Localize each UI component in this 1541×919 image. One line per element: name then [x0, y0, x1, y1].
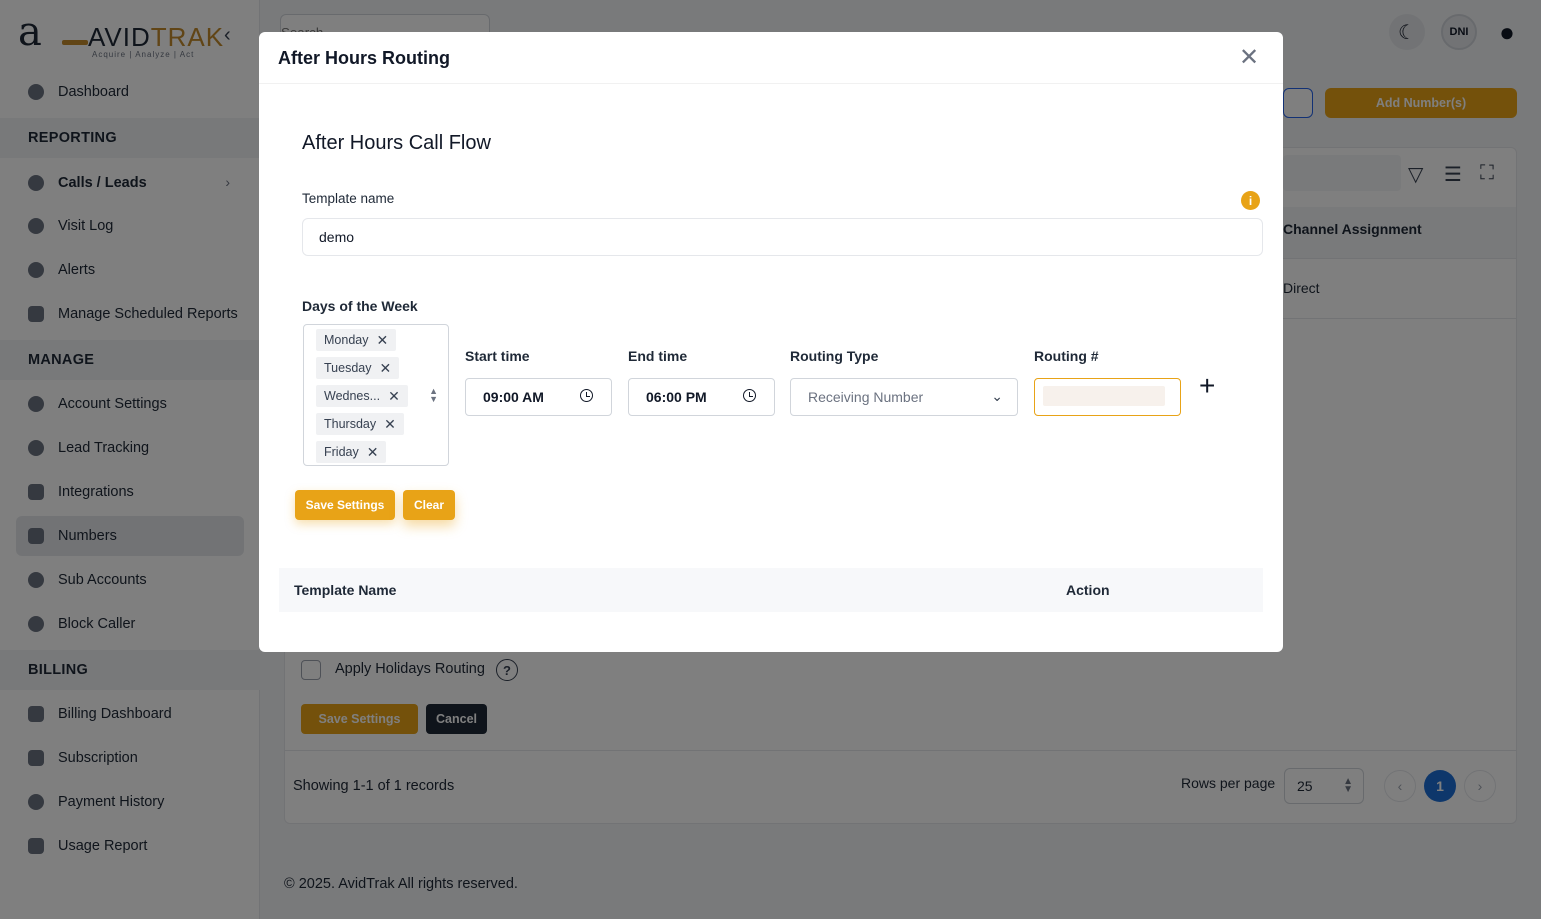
close-icon[interactable]: ✕ — [1239, 46, 1259, 70]
modal-title: After Hours Routing — [278, 48, 450, 68]
end-time-label: End time — [628, 348, 688, 364]
template-name-label: Template name — [302, 191, 395, 206]
end-time-input[interactable]: 06:00 PM — [628, 378, 775, 416]
clear-button[interactable]: Clear — [403, 490, 455, 520]
remove-icon[interactable]: ✕ — [379, 360, 391, 377]
clock-icon[interactable] — [743, 389, 756, 402]
routing-number-input[interactable] — [1034, 378, 1181, 416]
routing-number-label: Routing # — [1034, 348, 1099, 364]
add-row-plus-icon[interactable]: + — [1199, 372, 1215, 400]
remove-icon[interactable]: ✕ — [367, 444, 379, 461]
start-time-label: Start time — [465, 348, 530, 364]
remove-icon[interactable]: ✕ — [388, 388, 400, 405]
remove-icon[interactable]: ✕ — [376, 332, 388, 349]
column-header-template-name: Template Name — [294, 582, 397, 598]
info-icon[interactable]: i — [1241, 191, 1260, 210]
chevron-down-icon: ⌄ — [991, 388, 1003, 404]
updown-icon[interactable]: ▲ ▼ — [429, 387, 438, 404]
day-chip-tuesday: Tuesday ✕ — [316, 357, 400, 379]
column-header-action: Action — [1066, 582, 1110, 598]
call-flow-title: After Hours Call Flow — [302, 132, 491, 154]
clock-icon[interactable] — [580, 389, 593, 402]
days-multiselect[interactable]: Monday ✕ Tuesday ✕ Wednes... ✕ Thursday ✕ Fr… — [303, 324, 449, 466]
days-of-week-label: Days of the Week — [302, 298, 418, 314]
routing-type-label: Routing Type — [790, 348, 879, 364]
day-chip-monday: Monday ✕ — [316, 329, 397, 351]
day-chip-wednesday: Wednes... ✕ — [316, 385, 408, 407]
routing-number-value — [1043, 386, 1165, 406]
after-hours-modal: After Hours Routing ✕ After Hours Call F… — [259, 32, 1283, 652]
template-name-input[interactable] — [302, 218, 1263, 256]
day-chip-thursday: Thursday ✕ — [316, 413, 404, 435]
remove-icon[interactable]: ✕ — [384, 416, 396, 433]
modal-header: After Hours Routing ✕ — [259, 32, 1283, 84]
day-chip-friday: Friday ✕ — [316, 441, 387, 463]
routing-type-select[interactable]: Receiving Number ⌄ — [790, 378, 1018, 416]
modal-save-settings-button[interactable]: Save Settings — [295, 490, 395, 520]
start-time-input[interactable]: 09:00 AM — [465, 378, 612, 416]
templates-table-header: Template Name Action — [279, 568, 1263, 612]
